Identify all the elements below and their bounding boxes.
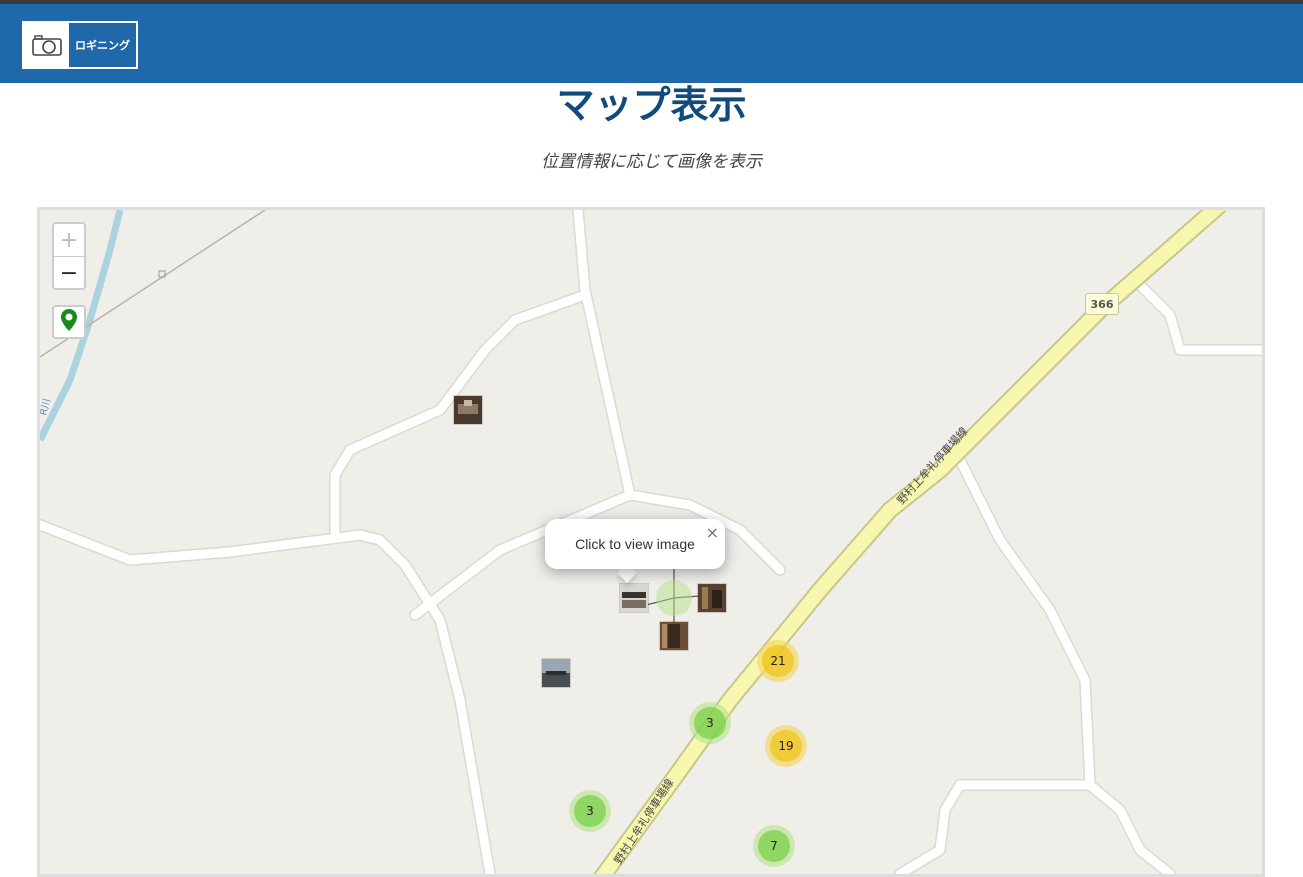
navbar: ロギニング	[0, 4, 1303, 83]
image-marker[interactable]	[660, 622, 688, 650]
cluster-count: 3	[574, 795, 606, 827]
cluster-count: 3	[694, 707, 726, 739]
road-number-shield: 366	[1085, 293, 1119, 315]
marker-cluster[interactable]: 19	[765, 725, 807, 767]
map-popup: Click to view image ×	[545, 519, 725, 569]
zoom-out-button[interactable]: −	[54, 256, 84, 289]
cluster-count: 19	[770, 730, 802, 762]
image-marker[interactable]	[454, 396, 482, 424]
brand-text: ロギニング	[75, 39, 130, 52]
brand-logo[interactable]: ロギニング	[22, 21, 138, 69]
image-marker[interactable]	[542, 659, 570, 687]
locate-button[interactable]	[52, 305, 86, 339]
map-view[interactable]: R川 野村上牟礼停車場線 野村上牟礼停車場線 366 + − 21 3 19 3…	[37, 207, 1265, 877]
cluster-count: 21	[762, 645, 794, 677]
cluster-count: 7	[758, 830, 790, 862]
road-name-lower: 野村上牟礼停車場線	[611, 776, 677, 867]
marker-cluster[interactable]: 21	[757, 640, 799, 682]
image-marker[interactable]	[698, 584, 726, 612]
spiderfy-center	[656, 580, 692, 616]
marker-cluster[interactable]: 7	[753, 825, 795, 867]
close-icon[interactable]: ×	[706, 523, 719, 542]
image-marker[interactable]	[620, 584, 648, 612]
camera-icon	[24, 23, 69, 67]
popup-text[interactable]: Click to view image	[575, 536, 695, 552]
map-pin-icon	[60, 308, 78, 336]
zoom-control: + −	[52, 222, 86, 290]
zoom-in-button[interactable]: +	[54, 224, 84, 256]
marker-cluster[interactable]: 3	[689, 702, 731, 744]
marker-cluster[interactable]: 3	[569, 790, 611, 832]
page-subtitle: 位置情報に応じて画像を表示	[541, 152, 762, 172]
